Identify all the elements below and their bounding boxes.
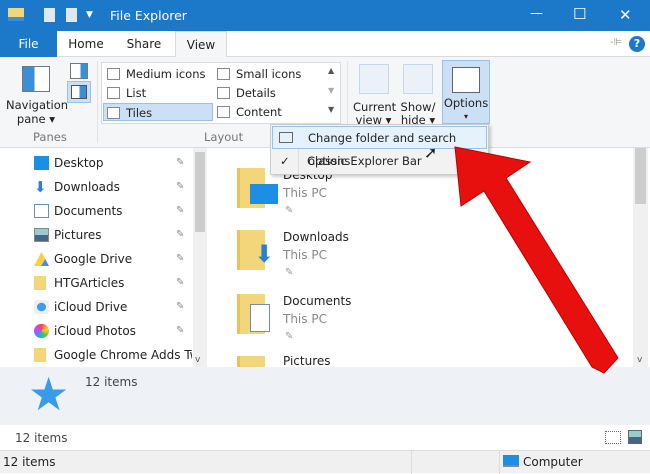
arrow-shape	[454, 146, 619, 374]
red-arrow-annotation	[454, 146, 619, 374]
